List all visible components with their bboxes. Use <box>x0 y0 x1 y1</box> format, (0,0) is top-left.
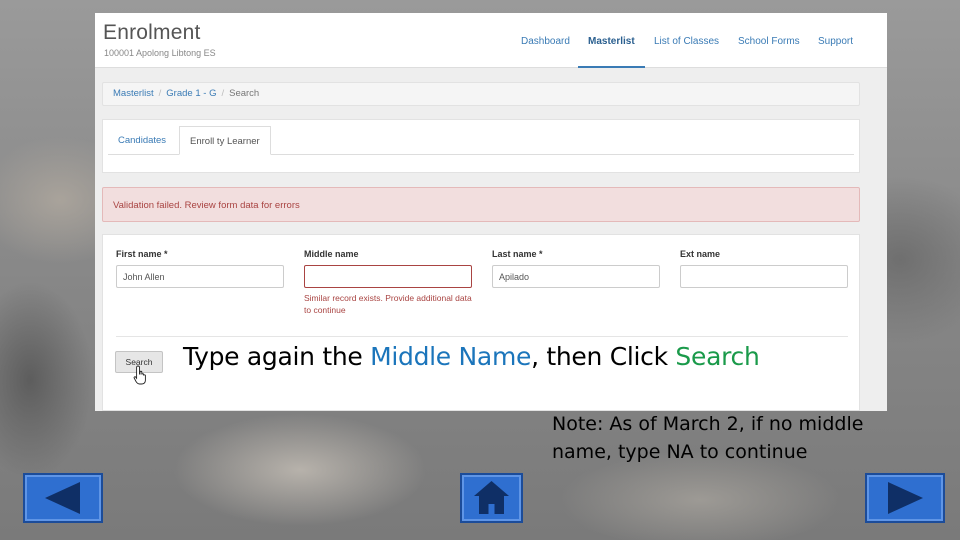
breadcrumb-grade[interactable]: Grade 1 - G <box>166 88 216 99</box>
middle-name-error-help: Similar record exists. Provide additiona… <box>304 293 472 315</box>
middle-name-label: Middle name <box>304 249 359 259</box>
app-title: Enrolment <box>103 21 201 44</box>
instruction-part1: Type again the <box>183 342 371 371</box>
ext-name-input[interactable] <box>680 265 848 288</box>
first-name-input[interactable] <box>116 265 284 288</box>
nav-list-of-classes[interactable]: List of Classes <box>654 13 719 68</box>
nav-support[interactable]: Support <box>818 13 853 68</box>
hand-cursor-icon <box>133 365 146 385</box>
ext-name-label: Ext name <box>680 249 721 259</box>
back-button[interactable] <box>23 473 103 523</box>
school-subtitle: 100001 Apolong Libtong ES <box>104 48 216 58</box>
home-button[interactable] <box>460 473 523 523</box>
triangle-left-icon <box>45 482 80 514</box>
validation-alert: Validation failed. Review form data for … <box>102 187 860 222</box>
nav-school-forms[interactable]: School Forms <box>738 13 800 68</box>
breadcrumb-masterlist[interactable]: Masterlist <box>113 88 154 99</box>
nav-masterlist[interactable]: Masterlist <box>578 13 645 68</box>
search-form-panel: First name * Middle name Similar record … <box>102 234 860 411</box>
tab-enroll-learner[interactable]: Enroll ty Learner <box>179 126 271 155</box>
instruction-part2: , then Click <box>531 342 676 371</box>
breadcrumb-current: Search <box>229 88 260 99</box>
house-icon <box>474 481 509 514</box>
instruction-highlight-middle-name: Middle Name <box>370 342 532 371</box>
instruction-highlight-search: Search <box>675 342 760 371</box>
last-name-input[interactable] <box>492 265 660 288</box>
middle-name-input[interactable] <box>304 265 472 288</box>
note-text: Note: As of March 2, if no middle name, … <box>552 413 864 463</box>
breadcrumb-separator: / <box>158 88 162 99</box>
forward-button[interactable] <box>865 473 945 523</box>
nav-dashboard[interactable]: Dashboard <box>521 13 570 68</box>
top-navbar: Enrolment 100001 Apolong Libtong ES Dash… <box>95 13 887 68</box>
first-name-label: First name * <box>116 249 168 259</box>
form-divider <box>116 336 848 337</box>
last-name-label: Last name * <box>492 249 543 259</box>
tab-candidates[interactable]: Candidates <box>108 126 176 155</box>
tabs-panel: Candidates Enroll ty Learner <box>102 119 860 173</box>
breadcrumb: Masterlist / Grade 1 - G / Search <box>102 82 860 106</box>
instruction-text: Type again the Middle Name, then Click S… <box>183 342 760 371</box>
breadcrumb-separator: / <box>221 88 225 99</box>
triangle-right-icon <box>888 482 923 514</box>
